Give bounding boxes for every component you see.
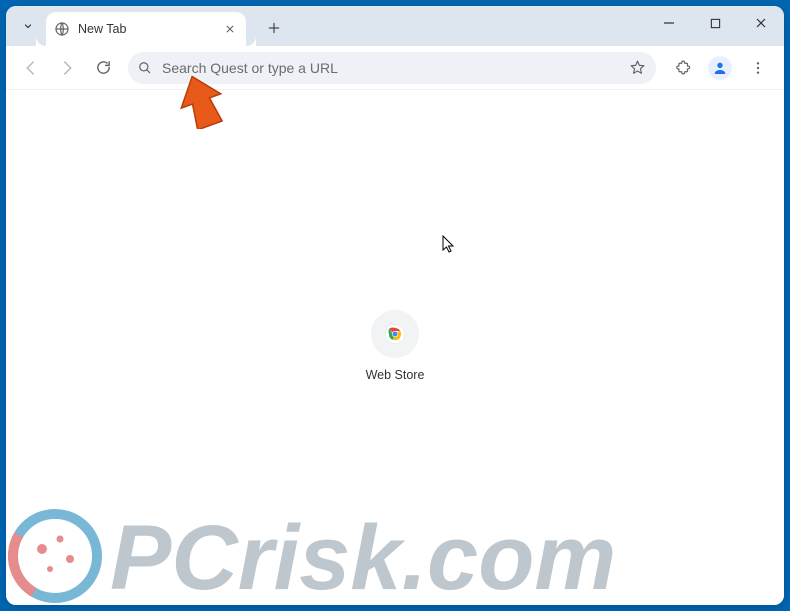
shortcut-icon — [371, 310, 419, 358]
profile-button[interactable] — [704, 52, 736, 84]
tab-title: New Tab — [78, 22, 214, 36]
omnibox[interactable] — [128, 52, 656, 84]
bookmark-button[interactable] — [629, 59, 646, 76]
kebab-icon — [750, 60, 766, 76]
window-controls — [646, 6, 784, 40]
plus-icon — [267, 21, 281, 35]
minimize-icon — [663, 17, 675, 29]
cursor-icon — [442, 235, 456, 255]
chrome-icon — [385, 324, 405, 344]
tab-close-button[interactable] — [222, 21, 238, 37]
shortcut-grid: Web Store — [345, 310, 445, 382]
back-button[interactable] — [16, 53, 46, 83]
reload-icon — [95, 59, 112, 76]
person-icon — [712, 60, 728, 76]
new-tab-button[interactable] — [260, 14, 288, 42]
close-icon — [225, 24, 235, 34]
browser-window: New Tab — [6, 6, 784, 605]
maximize-icon — [710, 18, 721, 29]
close-window-button[interactable] — [738, 6, 784, 40]
titlebar: New Tab — [6, 6, 784, 46]
profile-avatar — [708, 56, 732, 80]
chevron-down-icon — [22, 20, 34, 32]
arrow-right-icon — [58, 59, 76, 77]
close-icon — [755, 17, 767, 29]
search-icon — [138, 61, 152, 75]
minimize-button[interactable] — [646, 6, 692, 40]
shortcut-label: Web Store — [366, 368, 425, 382]
page-content: Web Store — [6, 90, 784, 605]
arrow-left-icon — [22, 59, 40, 77]
extensions-button[interactable] — [666, 52, 698, 84]
address-input[interactable] — [162, 60, 619, 76]
puzzle-icon — [674, 59, 691, 76]
menu-button[interactable] — [742, 52, 774, 84]
shortcut-web-store[interactable]: Web Store — [345, 310, 445, 382]
globe-icon — [54, 21, 70, 37]
reload-button[interactable] — [88, 53, 118, 83]
toolbar — [6, 46, 784, 90]
maximize-button[interactable] — [692, 6, 738, 40]
forward-button[interactable] — [52, 53, 82, 83]
star-icon — [629, 59, 646, 76]
active-tab[interactable]: New Tab — [46, 12, 246, 46]
